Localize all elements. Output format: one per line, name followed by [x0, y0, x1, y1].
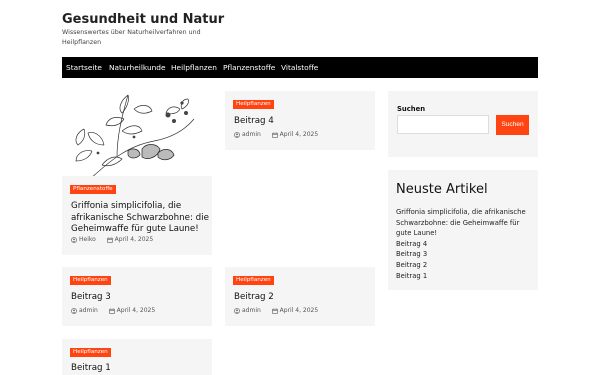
calendar-icon: [106, 237, 113, 243]
post-card: Heilpflanzen Beitrag 2 admin April 4, 20…: [225, 267, 375, 326]
site-description: Wissenswertes über Naturheilverfahren un…: [62, 29, 201, 46]
nav-item-naturheilkunde[interactable]: Naturheilkunde: [109, 57, 166, 78]
post-meta: admin April 4, 2025: [234, 131, 318, 140]
user-icon: [234, 308, 240, 314]
recent-post-link[interactable]: Beitrag 4: [396, 239, 530, 250]
calendar-icon: [108, 308, 115, 314]
recent-posts-list: Griffonia simplicifolia, die afrikanisch…: [396, 207, 530, 281]
search-input[interactable]: [397, 115, 489, 134]
post-title[interactable]: Beitrag 2: [234, 292, 369, 304]
recent-post-link[interactable]: Griffonia simplicifolia, die afrikanisch…: [396, 207, 530, 239]
search-widget: Suchen Suchen: [388, 91, 538, 157]
search-button[interactable]: Suchen: [496, 115, 529, 135]
post-author[interactable]: admin: [79, 307, 98, 315]
post-date[interactable]: April 4, 2025: [280, 307, 319, 315]
calendar-icon: [271, 132, 278, 138]
nav-item-pflanzenstoffe[interactable]: Pflanzenstoffe: [223, 57, 275, 78]
category-tag[interactable]: Heilpflanzen: [233, 100, 274, 109]
post-date[interactable]: April 4, 2025: [115, 236, 154, 244]
post-meta: Heiko April 4, 2025: [71, 236, 153, 245]
user-icon: [71, 308, 77, 314]
post-date[interactable]: April 4, 2025: [117, 307, 156, 315]
nav-item-heilpflanzen[interactable]: Heilpflanzen: [171, 57, 217, 78]
user-icon: [234, 132, 240, 138]
recent-posts-widget: Neuste Artikel Griffonia simplicifolia, …: [388, 170, 538, 290]
recent-post-link[interactable]: Beitrag 2: [396, 260, 530, 271]
plant-illustration-image: [75, 94, 195, 180]
category-tag[interactable]: Heilpflanzen: [70, 276, 111, 285]
nav-item-startseite[interactable]: Startseite: [66, 57, 102, 78]
post-card: Pflanzenstoffe Griffonia simplicifolia, …: [62, 91, 212, 255]
post-author[interactable]: admin: [242, 307, 261, 315]
post-card: Heilpflanzen Beitrag 1: [62, 339, 212, 375]
post-title[interactable]: Griffonia simplicifolia, die afrikanisch…: [71, 201, 211, 236]
post-meta: admin April 4, 2025: [71, 307, 155, 316]
post-card: Heilpflanzen Beitrag 4 admin April 4, 20…: [225, 91, 375, 150]
post-meta: admin April 4, 2025: [234, 307, 318, 316]
post-thumbnail[interactable]: [62, 91, 212, 180]
main-navigation: Startseite Naturheilkunde Heilpflanzen P…: [62, 57, 538, 78]
user-icon: [71, 237, 77, 243]
post-card: Heilpflanzen Beitrag 3 admin April 4, 20…: [62, 267, 212, 326]
category-tag[interactable]: Heilpflanzen: [70, 348, 111, 357]
post-author[interactable]: Heiko: [79, 236, 96, 244]
recent-post-link[interactable]: Beitrag 1: [396, 271, 530, 282]
category-tag[interactable]: Heilpflanzen: [233, 276, 274, 285]
calendar-icon: [271, 308, 278, 314]
category-tag[interactable]: Pflanzenstoffe: [70, 185, 116, 194]
nav-item-vitalstoffe[interactable]: Vitalstoffe: [281, 57, 318, 78]
search-label: Suchen: [397, 105, 426, 113]
recent-posts-title: Neuste Artikel: [396, 182, 488, 197]
post-author[interactable]: admin: [242, 131, 261, 139]
recent-post-link[interactable]: Beitrag 3: [396, 249, 530, 260]
site-title[interactable]: Gesundheit und Natur: [62, 12, 224, 27]
post-title[interactable]: Beitrag 3: [71, 292, 206, 304]
post-title[interactable]: Beitrag 1: [71, 363, 206, 375]
post-title[interactable]: Beitrag 4: [234, 116, 369, 128]
post-date[interactable]: April 4, 2025: [280, 131, 319, 139]
